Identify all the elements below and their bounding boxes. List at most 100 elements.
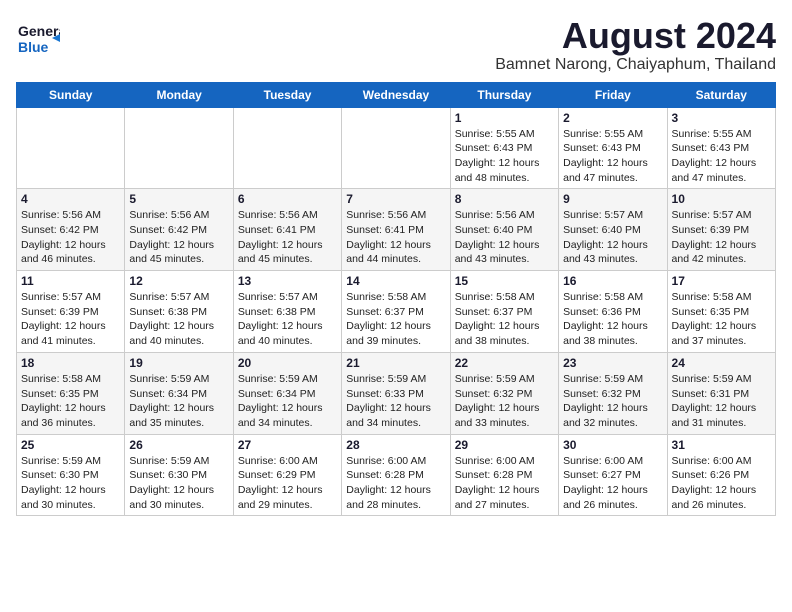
calendar-cell: 23 Sunrise: 5:59 AM Sunset: 6:32 PM Dayli…	[559, 352, 667, 434]
day-info: Sunrise: 5:59 AM Sunset: 6:33 PM Dayligh…	[346, 372, 445, 431]
calendar-cell: 26 Sunrise: 5:59 AM Sunset: 6:30 PM Dayli…	[125, 434, 233, 516]
calendar-cell	[342, 107, 450, 189]
calendar-cell: 22 Sunrise: 5:59 AM Sunset: 6:32 PM Dayli…	[450, 352, 558, 434]
calendar-header: SundayMondayTuesdayWednesdayThursdayFrid…	[17, 82, 776, 107]
calendar-cell: 29Sunrise: 6:00 AM Sunset: 6:28 PM Dayli…	[450, 434, 558, 516]
day-number: 11	[21, 274, 120, 288]
calendar-week-5: 25 Sunrise: 5:59 AM Sunset: 6:30 PM Dayli…	[17, 434, 776, 516]
logo: General Blue	[16, 16, 60, 60]
day-number: 27	[238, 438, 337, 452]
calendar-week-4: 18 Sunrise: 5:58 AM Sunset: 6:35 PM Dayli…	[17, 352, 776, 434]
calendar-cell: 18 Sunrise: 5:58 AM Sunset: 6:35 PM Dayli…	[17, 352, 125, 434]
title-block: August 2024 Bamnet Narong, Chaiyaphum, T…	[495, 16, 776, 74]
calendar-cell: 30 Sunrise: 6:00 AM Sunset: 6:27 PM Dayli…	[559, 434, 667, 516]
day-number: 25	[21, 438, 120, 452]
calendar-cell: 11Sunrise: 5:57 AM Sunset: 6:39 PM Dayli…	[17, 271, 125, 353]
day-number: 3	[672, 111, 771, 125]
day-number: 23	[563, 356, 662, 370]
day-info: Sunrise: 5:59 AM Sunset: 6:34 PM Dayligh…	[129, 372, 228, 431]
weekday-header-wednesday: Wednesday	[342, 82, 450, 107]
day-info: Sunrise: 5:59 AM Sunset: 6:30 PM Dayligh…	[129, 454, 228, 513]
day-number: 20	[238, 356, 337, 370]
calendar-cell: 16 Sunrise: 5:58 AM Sunset: 6:36 PM Dayli…	[559, 271, 667, 353]
calendar-title: August 2024	[495, 16, 776, 56]
calendar-cell: 7Sunrise: 5:56 AM Sunset: 6:41 PM Daylig…	[342, 189, 450, 271]
day-info: Sunrise: 5:57 AM Sunset: 6:38 PM Dayligh…	[238, 290, 337, 349]
calendar-body: 1 Sunrise: 5:55 AM Sunset: 6:43 PM Daylig…	[17, 107, 776, 516]
day-number: 28	[346, 438, 445, 452]
day-number: 9	[563, 192, 662, 206]
calendar-cell: 13 Sunrise: 5:57 AM Sunset: 6:38 PM Dayli…	[233, 271, 341, 353]
calendar-subtitle: Bamnet Narong, Chaiyaphum, Thailand	[495, 56, 776, 74]
weekday-header-row: SundayMondayTuesdayWednesdayThursdayFrid…	[17, 82, 776, 107]
day-info: Sunrise: 5:59 AM Sunset: 6:30 PM Dayligh…	[21, 454, 120, 513]
day-info: Sunrise: 6:00 AM Sunset: 6:28 PM Dayligh…	[455, 454, 554, 513]
day-info: Sunrise: 5:58 AM Sunset: 6:37 PM Dayligh…	[346, 290, 445, 349]
day-number: 26	[129, 438, 228, 452]
calendar-cell: 25 Sunrise: 5:59 AM Sunset: 6:30 PM Dayli…	[17, 434, 125, 516]
day-info: Sunrise: 5:56 AM Sunset: 6:41 PM Dayligh…	[238, 208, 337, 267]
calendar-cell: 2 Sunrise: 5:55 AM Sunset: 6:43 PM Daylig…	[559, 107, 667, 189]
weekday-header-thursday: Thursday	[450, 82, 558, 107]
day-info: Sunrise: 5:55 AM Sunset: 6:43 PM Dayligh…	[563, 127, 662, 186]
day-info: Sunrise: 5:58 AM Sunset: 6:36 PM Dayligh…	[563, 290, 662, 349]
day-number: 18	[21, 356, 120, 370]
day-number: 5	[129, 192, 228, 206]
weekday-header-sunday: Sunday	[17, 82, 125, 107]
weekday-header-monday: Monday	[125, 82, 233, 107]
calendar-cell: 4 Sunrise: 5:56 AM Sunset: 6:42 PM Daylig…	[17, 189, 125, 271]
day-info: Sunrise: 5:56 AM Sunset: 6:42 PM Dayligh…	[129, 208, 228, 267]
svg-text:General: General	[18, 23, 60, 39]
calendar-cell: 15 Sunrise: 5:58 AM Sunset: 6:37 PM Dayli…	[450, 271, 558, 353]
calendar-cell: 17 Sunrise: 5:58 AM Sunset: 6:35 PM Dayli…	[667, 271, 775, 353]
calendar-cell: 31Sunrise: 6:00 AM Sunset: 6:26 PM Dayli…	[667, 434, 775, 516]
calendar-cell: 19 Sunrise: 5:59 AM Sunset: 6:34 PM Dayli…	[125, 352, 233, 434]
day-number: 13	[238, 274, 337, 288]
day-info: Sunrise: 5:58 AM Sunset: 6:35 PM Dayligh…	[21, 372, 120, 431]
day-info: Sunrise: 5:59 AM Sunset: 6:31 PM Dayligh…	[672, 372, 771, 431]
day-info: Sunrise: 5:57 AM Sunset: 6:40 PM Dayligh…	[563, 208, 662, 267]
svg-text:Blue: Blue	[18, 39, 49, 55]
weekday-header-friday: Friday	[559, 82, 667, 107]
calendar-cell: 10Sunrise: 5:57 AM Sunset: 6:39 PM Dayli…	[667, 189, 775, 271]
day-number: 7	[346, 192, 445, 206]
calendar-cell: 14 Sunrise: 5:58 AM Sunset: 6:37 PM Dayli…	[342, 271, 450, 353]
day-info: Sunrise: 5:58 AM Sunset: 6:35 PM Dayligh…	[672, 290, 771, 349]
day-info: Sunrise: 5:56 AM Sunset: 6:42 PM Dayligh…	[21, 208, 120, 267]
calendar-cell: 1 Sunrise: 5:55 AM Sunset: 6:43 PM Daylig…	[450, 107, 558, 189]
day-number: 6	[238, 192, 337, 206]
day-number: 19	[129, 356, 228, 370]
day-info: Sunrise: 6:00 AM Sunset: 6:27 PM Dayligh…	[563, 454, 662, 513]
day-number: 10	[672, 192, 771, 206]
day-number: 16	[563, 274, 662, 288]
weekday-header-tuesday: Tuesday	[233, 82, 341, 107]
day-number: 17	[672, 274, 771, 288]
day-number: 2	[563, 111, 662, 125]
day-number: 8	[455, 192, 554, 206]
day-number: 30	[563, 438, 662, 452]
day-info: Sunrise: 5:55 AM Sunset: 6:43 PM Dayligh…	[455, 127, 554, 186]
calendar-cell: 6 Sunrise: 5:56 AM Sunset: 6:41 PM Daylig…	[233, 189, 341, 271]
weekday-header-saturday: Saturday	[667, 82, 775, 107]
day-info: Sunrise: 5:58 AM Sunset: 6:37 PM Dayligh…	[455, 290, 554, 349]
day-info: Sunrise: 6:00 AM Sunset: 6:28 PM Dayligh…	[346, 454, 445, 513]
day-number: 15	[455, 274, 554, 288]
calendar-cell: 3 Sunrise: 5:55 AM Sunset: 6:43 PM Daylig…	[667, 107, 775, 189]
calendar-cell	[17, 107, 125, 189]
calendar-cell: 5 Sunrise: 5:56 AM Sunset: 6:42 PM Daylig…	[125, 189, 233, 271]
day-info: Sunrise: 5:55 AM Sunset: 6:43 PM Dayligh…	[672, 127, 771, 186]
calendar-week-1: 1 Sunrise: 5:55 AM Sunset: 6:43 PM Daylig…	[17, 107, 776, 189]
calendar-table: SundayMondayTuesdayWednesdayThursdayFrid…	[16, 82, 776, 517]
calendar-cell: 20 Sunrise: 5:59 AM Sunset: 6:34 PM Dayli…	[233, 352, 341, 434]
calendar-week-2: 4 Sunrise: 5:56 AM Sunset: 6:42 PM Daylig…	[17, 189, 776, 271]
page-header: General Blue August 2024 Bamnet Narong, …	[16, 16, 776, 74]
day-info: Sunrise: 5:59 AM Sunset: 6:32 PM Dayligh…	[563, 372, 662, 431]
day-info: Sunrise: 5:59 AM Sunset: 6:32 PM Dayligh…	[455, 372, 554, 431]
day-number: 1	[455, 111, 554, 125]
day-info: Sunrise: 5:59 AM Sunset: 6:34 PM Dayligh…	[238, 372, 337, 431]
day-number: 4	[21, 192, 120, 206]
day-number: 14	[346, 274, 445, 288]
day-info: Sunrise: 5:56 AM Sunset: 6:40 PM Dayligh…	[455, 208, 554, 267]
day-number: 22	[455, 356, 554, 370]
day-info: Sunrise: 5:57 AM Sunset: 6:38 PM Dayligh…	[129, 290, 228, 349]
